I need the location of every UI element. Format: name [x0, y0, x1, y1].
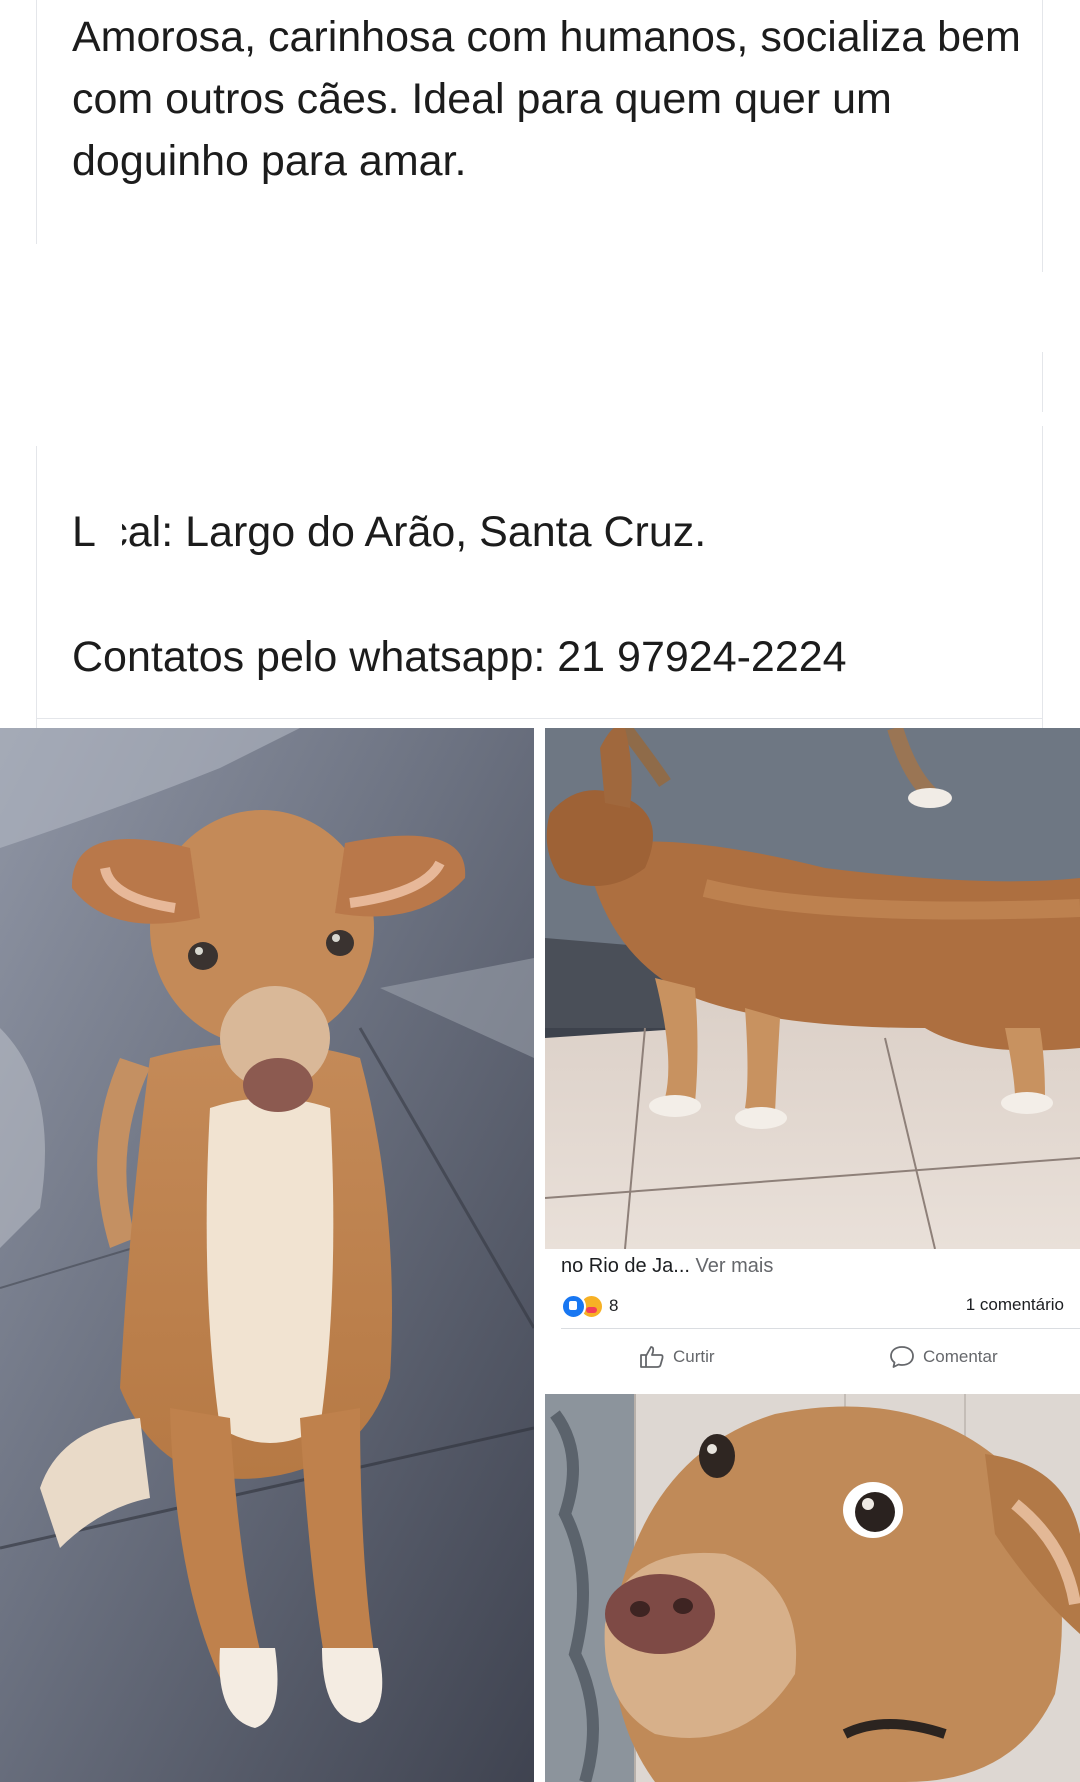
actions-divider — [561, 1328, 1080, 1329]
panel-border-right-bottom — [1042, 426, 1043, 728]
panel-border-left-bottom — [36, 446, 37, 728]
fb-snippet-text: no Rio de Ja... — [561, 1255, 690, 1277]
fb-post-card: no Rio de Ja... Ver mais 8 1 comentário … — [545, 1249, 1080, 1385]
panel-border-bottom — [36, 718, 1042, 719]
post-description: Amorosa, carinhosa com humanos, socializ… — [72, 13, 1021, 185]
post-location-text: L cal: Largo do Arão, Santa Cruz. — [72, 508, 707, 556]
fb-post-snippet: no Rio de Ja... Ver mais — [561, 1255, 773, 1278]
comment-count[interactable]: 1 comentário — [966, 1295, 1064, 1315]
panel-border-right-mid — [1042, 352, 1043, 412]
like-reaction-icon — [561, 1293, 586, 1319]
panel-border-left-top — [36, 0, 37, 244]
thumbs-up-icon — [640, 1346, 664, 1368]
photo-dog-closeup[interactable] — [545, 1394, 1080, 1782]
text-smudge — [100, 511, 122, 555]
post-location: L cal: Largo do Arão, Santa Cruz. — [72, 505, 706, 559]
see-more-link[interactable]: Ver mais — [696, 1255, 774, 1277]
panel-border-right-top — [1042, 0, 1043, 272]
like-button[interactable]: Curtir — [639, 1337, 715, 1377]
photo-dog-sitting[interactable] — [0, 728, 534, 1782]
text-panel: Amorosa, carinhosa com humanos, socializ… — [0, 0, 1080, 728]
like-label: Curtir — [673, 1347, 715, 1366]
reaction-count: 8 — [609, 1296, 619, 1315]
reactions-summary[interactable]: 8 — [561, 1293, 618, 1319]
speech-bubble-icon — [890, 1346, 914, 1368]
photo-dog-standing[interactable] — [545, 728, 1080, 1249]
comment-button[interactable]: Comentar — [889, 1337, 998, 1377]
post-contact: Contatos pelo whatsapp: 21 97924-2224 — [72, 633, 847, 681]
comment-label: Comentar — [923, 1347, 998, 1366]
